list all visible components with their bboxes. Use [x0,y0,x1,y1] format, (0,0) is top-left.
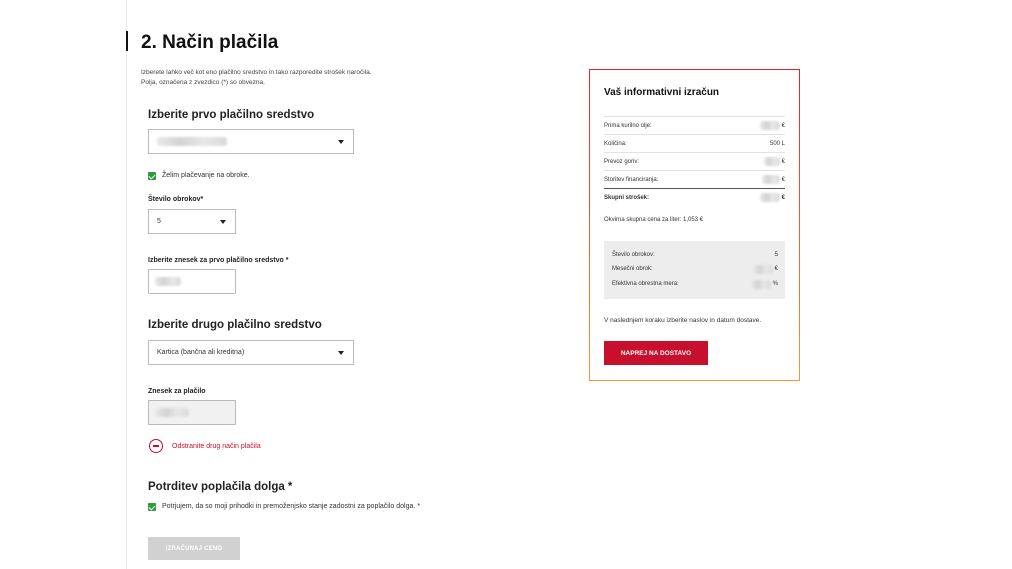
intro-line-2: Polja, označena z zvezdico (*) so obvezn… [141,79,265,86]
summary-row-label: Storitev financiranja: [604,176,659,183]
summary-row: Storitev financiranja: € [604,170,785,188]
summary-row-value: 500 L [769,140,785,147]
first-amount-value [155,277,181,286]
installments-label: Število obrokov* [148,196,204,203]
summary-row-unit: € [781,176,785,183]
confirm-checkbox-label: Potrjujem, da so moji prihodki in premož… [162,503,420,510]
price-per-liter-note: Okvirna skupna cena za liter: 1,053 € [604,217,704,223]
summary-row-value-hidden [759,121,780,130]
summary-title: Vaš informativni izračun [604,87,720,98]
second-amount-value [155,408,189,417]
installments-checkbox[interactable] [148,172,156,180]
summary-row-label: Količina: [604,140,627,147]
summary-row-unit: € [781,122,785,129]
installments-summary-value: 5 [774,252,778,258]
summary-row-value-hidden [759,193,780,202]
installments-summary-label: Mesečni obrok: [612,266,653,272]
first-payment-select[interactable] [148,129,354,154]
title-accent [126,31,128,51]
summary-row-unit: € [781,158,785,165]
intro-text: Izberete lahko več kot eno plačilno sred… [141,68,401,88]
summary-total-row: Skupni strošek: € [604,188,785,206]
installments-summary-label: Število obrokov: [612,252,655,258]
summary-row-label: Prevoz goriv: [604,158,640,165]
installments-select-value: 5 [157,218,161,225]
confirm-checkbox[interactable] [148,503,156,511]
summary-row-value-hidden [761,175,780,184]
confirm-heading: Potrditev poplačila dolga * [148,481,293,493]
continue-to-delivery-button[interactable]: NAPREJ NA DOSTAVO [604,341,708,365]
page-divider [126,0,127,569]
installments-summary-unit: % [772,281,778,287]
second-payment-heading: Izberite drugo plačilno sredstvo [148,319,322,331]
first-amount-input[interactable] [148,269,236,294]
summary-row-label: Skupni strošek: [604,194,650,201]
installments-summary-unit: € [774,266,778,272]
summary-row-label: Prima kurilno olje: [604,122,652,129]
second-payment-select-value: Kartica (bančna ali kreditna) [157,349,245,356]
remove-payment-link[interactable]: Odstranite drug način plačila [172,442,261,452]
chevron-down-icon [338,351,344,355]
first-payment-heading: Izberite prvo plačilno sredstvo [148,109,315,121]
chevron-down-icon [338,140,344,144]
intro-line-1: Izberete lahko več kot eno plačilno sred… [141,69,372,76]
summary-row: Količina: 500 L [604,134,785,152]
second-payment-select[interactable]: Kartica (bančna ali kreditna) [148,340,354,365]
installments-summary-label: Efektivna obrestna mera: [612,281,679,287]
summary-row-value-hidden [763,157,780,166]
summary-row: Prevoz goriv: € [604,152,785,170]
second-amount-input[interactable] [148,400,236,425]
installments-summary-value-hidden [752,265,773,274]
calculate-price-button[interactable]: IZRAČUNAJ CENO [148,537,240,560]
minus-circle-icon[interactable] [149,439,163,453]
installments-select[interactable]: 5 [148,209,236,234]
chevron-down-icon [220,220,226,224]
installments-summary-value-hidden [750,280,771,289]
second-amount-label: Znesek za plačilo [148,388,206,395]
first-payment-select-value [157,137,227,146]
installments-summary-row: Število obrokov: 5 [612,251,778,260]
summary-panel: Vaš informativni izračun Prima kurilno o… [589,69,800,381]
summary-row-unit: € [781,194,785,201]
installments-summary-row: Mesečni obrok: € [612,265,778,274]
installments-summary-box: Število obrokov: 5 Mesečni obrok: € Efek… [604,241,785,299]
next-step-note: V naslednjem koraku izberite naslov in d… [604,317,762,324]
installments-checkbox-label: Želim plačevanje na obroke. [162,172,250,179]
first-amount-label: Izberite znesek za prvo plačilno sredstv… [148,257,289,264]
page-title: 2. Način plačila [141,32,279,53]
installments-summary-row: Efektivna obrestna mera: % [612,280,778,289]
summary-row: Prima kurilno olje: € [604,116,785,134]
